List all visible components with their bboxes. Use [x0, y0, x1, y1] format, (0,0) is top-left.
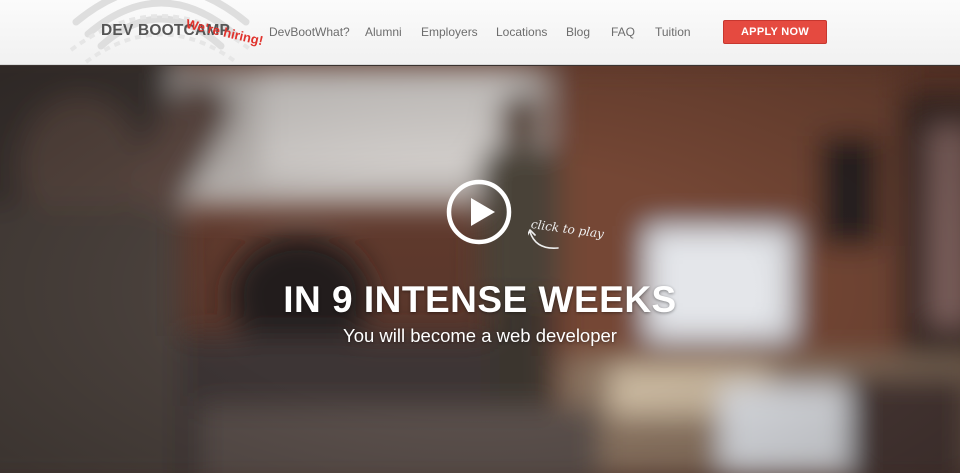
hero-vignette — [0, 66, 960, 473]
hero-video[interactable]: click to play IN 9 INTENSE WEEKS You wil… — [0, 66, 960, 473]
nav-item-blog[interactable]: Blog — [566, 25, 590, 39]
hero-headline: IN 9 INTENSE WEEKS — [283, 279, 677, 320]
play-circle-icon[interactable] — [446, 179, 512, 245]
nav-item-alumni[interactable]: Alumni — [365, 25, 402, 39]
nav-item-employers[interactable]: Employers — [421, 25, 478, 39]
nav-item-tuition[interactable]: Tuition — [655, 25, 691, 39]
apply-now-button[interactable]: APPLY NOW — [723, 20, 827, 44]
site-header: DEV BOOTCAMP We're hiring! DevBootWhat? … — [0, 0, 960, 65]
nav-item-locations[interactable]: Locations — [496, 25, 547, 39]
nav-item-devbootwhat[interactable]: DevBootWhat? — [269, 25, 350, 39]
hero-subheadline: You will become a web developer — [343, 325, 617, 346]
nav-item-faq[interactable]: FAQ — [611, 25, 635, 39]
